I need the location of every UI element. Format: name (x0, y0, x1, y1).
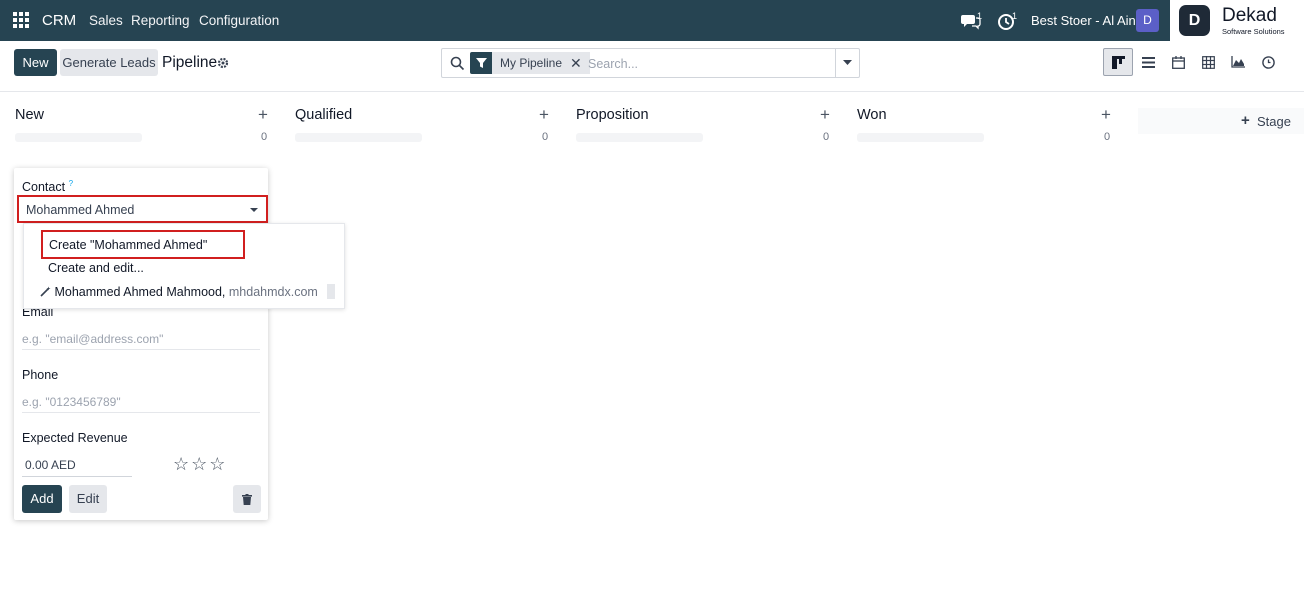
search-options-toggle[interactable] (835, 49, 859, 77)
add-button[interactable]: Add (22, 485, 62, 513)
apps-menu-icon[interactable] (13, 12, 29, 28)
phone-label: Phone (22, 368, 59, 382)
quick-add-won-icon[interactable]: + (1101, 105, 1111, 125)
clock-icon (1261, 55, 1275, 69)
expected-revenue-field[interactable]: 0.00 AED (22, 455, 132, 477)
search-input[interactable] (588, 54, 828, 74)
list-view-button[interactable] (1133, 48, 1163, 76)
column-progress-won (857, 133, 984, 142)
column-title-new: New (15, 107, 45, 123)
logo-name: Dekad (1222, 5, 1277, 26)
star-icon[interactable]: ☆ (173, 454, 189, 475)
contact-help-icon[interactable]: ? (69, 179, 73, 188)
view-switcher (1103, 48, 1283, 76)
pivot-icon (1201, 55, 1215, 69)
bookmark-icon (327, 284, 336, 299)
column-count-proposition: 0 (823, 131, 830, 143)
column-count-qualified: 0 (542, 131, 549, 143)
email-field[interactable] (22, 328, 260, 350)
remove-facet-icon[interactable]: ✕ (570, 52, 582, 74)
trash-icon (242, 493, 252, 505)
menu-reporting[interactable]: Reporting (131, 13, 190, 28)
calendar-icon (1171, 55, 1185, 69)
column-count-won: 0 (1104, 131, 1111, 143)
edit-button[interactable]: Edit (69, 485, 107, 513)
menu-configuration[interactable]: Configuration (199, 13, 279, 28)
suggestion-email: mhdahmdx.com (228, 285, 318, 299)
logo-mark: D (1179, 5, 1210, 36)
graph-view-button[interactable] (1223, 48, 1253, 76)
logo-tagline: Software Solutions (1222, 27, 1285, 36)
column-title-proposition: Proposition (576, 107, 649, 123)
contact-autocomplete-dropdown: Create "Mohammed Ahmed" Create and edit.… (23, 223, 345, 309)
activity-view-button[interactable] (1253, 48, 1283, 76)
divider (0, 91, 1304, 92)
priority-stars: ☆ ☆ ☆ (173, 454, 225, 475)
discard-button[interactable] (233, 485, 261, 513)
contact-suggestion-option[interactable]: Mohammed Ahmed Mahmood, mhdahmdx.com (40, 284, 336, 299)
facet-label: My Pipeline (500, 56, 563, 70)
page-title: Pipeline (162, 54, 218, 71)
pivot-view-button[interactable] (1193, 48, 1223, 76)
area-chart-icon (1231, 56, 1245, 68)
column-count-new: 0 (261, 131, 268, 143)
phone-field[interactable] (22, 391, 260, 413)
search-icon[interactable] (450, 56, 465, 71)
filter-facet: My Pipeline ✕ (470, 52, 590, 74)
create-contact-label: Create "Mohammed Ahmed" (49, 238, 208, 252)
app-name[interactable]: CRM (42, 12, 76, 29)
suggestion-name: Mohammed Ahmed Mahmood, (54, 285, 226, 299)
quick-add-proposition-icon[interactable]: + (820, 105, 830, 125)
chat-count: 1 (977, 11, 983, 21)
quick-create-card: Contact ? Mohammed Ahmed Email Phone Exp… (14, 168, 268, 520)
plus-icon: + (1241, 112, 1250, 129)
expected-revenue-label: Expected Revenue (22, 431, 128, 445)
user-avatar[interactable]: D (1136, 9, 1159, 32)
quick-add-qualified-icon[interactable]: + (539, 105, 549, 125)
gear-icon[interactable] (217, 57, 229, 69)
star-icon[interactable]: ☆ (191, 454, 207, 475)
column-title-won: Won (857, 107, 887, 123)
company-logo: D Dekad Software Solutions (1170, 0, 1304, 41)
create-contact-option[interactable]: Create "Mohammed Ahmed" (41, 230, 245, 259)
new-button[interactable]: New (14, 49, 57, 76)
calendar-view-button[interactable] (1163, 48, 1193, 76)
menu-sales[interactable]: Sales (89, 13, 123, 28)
list-icon (1141, 56, 1155, 68)
contact-field[interactable]: Mohammed Ahmed (17, 195, 268, 223)
column-progress-qualified (295, 133, 422, 142)
add-stage-button[interactable]: + Stage (1138, 108, 1304, 134)
magic-wand-icon (40, 286, 51, 297)
column-title-qualified: Qualified (295, 107, 353, 123)
search-bar: My Pipeline ✕ (441, 48, 860, 78)
top-navbar: CRM Sales Reporting Configuration 1 1 Be… (0, 0, 1304, 41)
chevron-down-icon[interactable] (250, 208, 258, 212)
create-and-edit-option[interactable]: Create and edit... (48, 261, 144, 275)
star-icon[interactable]: ☆ (209, 454, 225, 475)
kanban-icon (1111, 55, 1125, 69)
contact-value: Mohammed Ahmed (26, 203, 135, 217)
activity-count: 1 (1012, 11, 1018, 21)
filter-icon (470, 52, 492, 74)
column-progress-proposition (576, 133, 703, 142)
chevron-down-icon (843, 60, 852, 65)
contact-label: Contact ? (22, 179, 74, 195)
company-switcher[interactable]: Best Stoer - Al Ain (1031, 13, 1136, 28)
kanban-view-button[interactable] (1103, 48, 1133, 76)
generate-leads-button[interactable]: Generate Leads (60, 49, 158, 76)
quick-add-new-icon[interactable]: + (258, 105, 268, 125)
column-progress-new (15, 133, 142, 142)
add-stage-label: Stage (1257, 114, 1291, 129)
